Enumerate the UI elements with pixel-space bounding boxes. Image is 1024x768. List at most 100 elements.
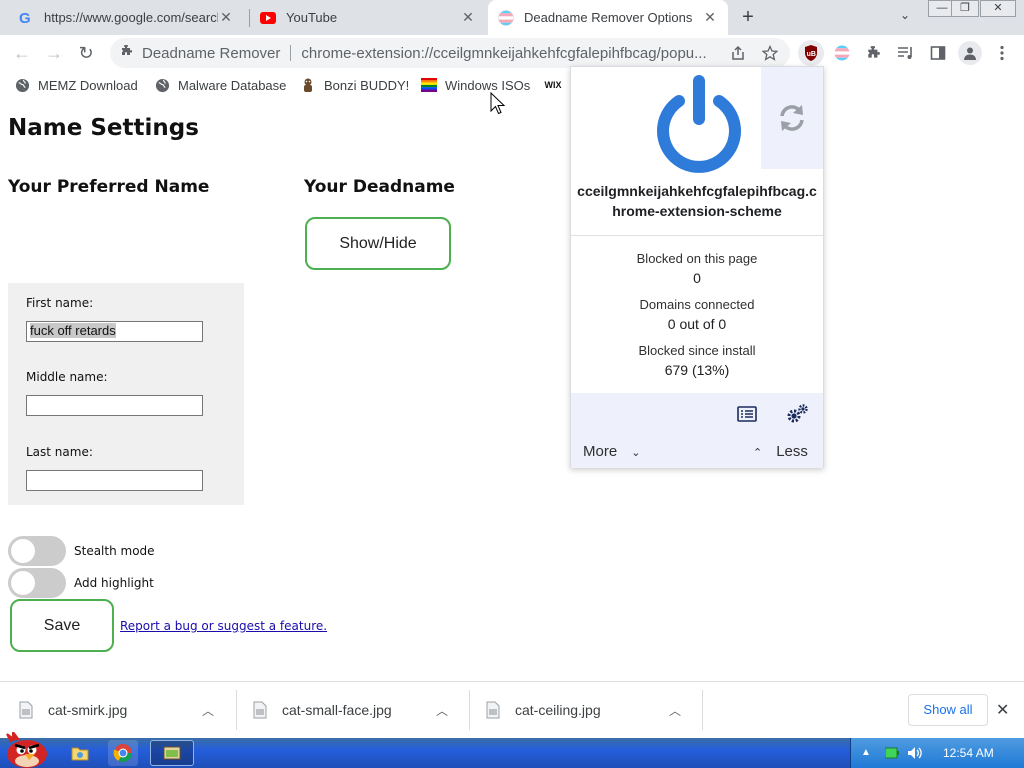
- bookmark-item[interactable]: Malware Database: [154, 75, 286, 95]
- popup-divider: [571, 235, 823, 236]
- battery-icon[interactable]: [884, 747, 899, 762]
- last-name-input[interactable]: [26, 470, 203, 491]
- deadname-remover-extension-icon[interactable]: [832, 43, 852, 63]
- blocked-page-label: Blocked on this page: [636, 251, 758, 266]
- blocked-page-value: 0: [693, 270, 701, 286]
- power-button-icon[interactable]: [649, 73, 749, 173]
- extension-origin-label: Deadname Remover: [142, 44, 281, 62]
- report-bug-link[interactable]: Report a bug or suggest a feature.: [120, 619, 327, 633]
- forward-button[interactable]: →: [42, 41, 66, 65]
- puzzle-icon: [120, 44, 134, 62]
- show-all-button[interactable]: Show all: [908, 694, 988, 726]
- back-button[interactable]: ←: [10, 41, 34, 65]
- toggle-knob: [11, 571, 35, 595]
- close-icon[interactable]: ✕: [218, 9, 234, 26]
- windows-taskbar: ▲ 12:54 AM: [0, 732, 1024, 768]
- domains-connected-value: 0 out of 0: [667, 316, 727, 332]
- download-divider: [702, 690, 703, 730]
- taskbar-clock[interactable]: 12:54 AM: [943, 746, 994, 760]
- logger-list-icon[interactable]: [737, 406, 757, 425]
- tray-expand-icon[interactable]: ▲: [861, 747, 871, 758]
- chevron-up-icon[interactable]: ︿: [669, 702, 681, 719]
- bookmark-label: MEMZ Download: [38, 77, 138, 93]
- first-name-value: fuck off retards: [30, 323, 116, 338]
- blocked-install-label: Blocked since install: [638, 343, 756, 358]
- reload-button[interactable]: ↻: [74, 41, 98, 65]
- options-page: Name Settings Your Preferred Name Your D…: [0, 99, 1024, 681]
- chrome-taskbar-icon[interactable]: [108, 740, 138, 766]
- bookmark-item[interactable]: WIX: [544, 75, 570, 95]
- tab-google[interactable]: G https://www.google.com/search ✕: [8, 0, 244, 35]
- bookmark-label: Malware Database: [178, 77, 287, 93]
- ublock-origin-icon[interactable]: uB: [798, 40, 824, 66]
- bookmark-item[interactable]: MEMZ Download: [14, 75, 138, 95]
- bookmark-star-icon[interactable]: [760, 43, 780, 63]
- add-highlight-label: Add highlight: [74, 576, 154, 590]
- download-item[interactable]: cat-small-face.jpg ︿: [234, 690, 466, 730]
- bookmark-item[interactable]: Windows ISOs: [421, 75, 530, 95]
- media-queue-icon[interactable]: [896, 43, 916, 63]
- folder-icon[interactable]: [70, 740, 90, 766]
- less-label: Less: [776, 443, 808, 460]
- last-name-label: Last name:: [26, 445, 93, 459]
- bookmarks-bar: MEMZ Download Malware Database Bonzi BUD…: [0, 71, 1024, 99]
- side-panel-icon[interactable]: [928, 43, 948, 63]
- download-filename: cat-smirk.jpg: [48, 702, 128, 718]
- kebab-menu-icon[interactable]: [992, 43, 1012, 63]
- extensions-puzzle-icon[interactable]: [864, 43, 884, 63]
- tab-deadname-options[interactable]: Deadname Remover Options ✕: [488, 0, 728, 35]
- volume-icon[interactable]: [907, 746, 923, 763]
- rainbow-flag-icon: [421, 77, 437, 93]
- tab-title: YouTube: [286, 10, 338, 25]
- chevron-up-icon[interactable]: ︿: [202, 702, 214, 719]
- tab-youtube[interactable]: YouTube ✕: [250, 0, 486, 35]
- window-close-button[interactable]: ✕: [980, 0, 1016, 17]
- download-item[interactable]: cat-ceiling.jpg ︿: [467, 690, 699, 730]
- tab-title: https://www.google.com/search: [44, 10, 218, 25]
- youtube-icon: [260, 10, 276, 26]
- image-file-icon: [486, 701, 500, 719]
- start-angry-bird-icon[interactable]: [0, 732, 56, 768]
- restore-button[interactable]: ❐: [951, 0, 979, 17]
- url-text[interactable]: chrome-extension://cceilgmnkeijahkehfcgf…: [301, 45, 719, 62]
- chevron-up-icon[interactable]: ︿: [436, 702, 448, 719]
- profile-avatar-icon[interactable]: [958, 41, 982, 65]
- share-icon[interactable]: [728, 43, 748, 63]
- less-button[interactable]: ⌃ Less: [753, 443, 808, 460]
- system-tray: ▲ 12:54 AM: [850, 738, 1024, 768]
- image-file-icon: [253, 701, 267, 719]
- download-shelf: cat-smirk.jpg ︿ cat-small-face.jpg ︿ cat…: [0, 681, 1024, 738]
- add-highlight-toggle[interactable]: [8, 568, 66, 598]
- first-name-label: First name:: [26, 296, 94, 310]
- browser-toolbar: ← → ↻ Deadname Remover chrome-extension:…: [0, 35, 1024, 71]
- download-filename: cat-small-face.jpg: [282, 702, 392, 718]
- tab-search-chevron-icon[interactable]: ⌄: [896, 8, 914, 26]
- show-hide-button[interactable]: Show/Hide: [305, 217, 451, 270]
- close-download-shelf-button[interactable]: ✕: [996, 700, 1009, 720]
- refresh-icon[interactable]: [761, 67, 823, 169]
- save-button[interactable]: Save: [10, 599, 114, 652]
- chevron-up-icon: ⌃: [753, 447, 763, 459]
- address-bar[interactable]: Deadname Remover chrome-extension://ccei…: [110, 38, 790, 68]
- close-icon[interactable]: ✕: [702, 9, 718, 26]
- tab-strip: G https://www.google.com/search ✕ YouTub…: [0, 0, 1024, 35]
- settings-gears-icon[interactable]: [785, 403, 809, 428]
- middle-name-input[interactable]: [26, 395, 203, 416]
- more-label: More: [583, 443, 618, 460]
- preferred-name-form: First name: fuck off retards Middle name…: [8, 283, 244, 505]
- stealth-mode-toggle[interactable]: [8, 536, 66, 566]
- new-tab-button[interactable]: +: [736, 6, 760, 30]
- first-name-input[interactable]: fuck off retards: [26, 321, 203, 342]
- domains-connected-label: Domains connected: [639, 297, 755, 312]
- bonzi-icon: [300, 77, 316, 93]
- explorer-window-taskbar-icon[interactable]: [150, 740, 194, 766]
- google-icon: G: [18, 10, 34, 26]
- download-item[interactable]: cat-smirk.jpg ︿: [0, 690, 232, 730]
- more-button[interactable]: More ⌄: [583, 443, 640, 460]
- svg-text:G: G: [19, 10, 31, 26]
- close-icon[interactable]: ✕: [460, 9, 476, 26]
- deadname-heading: Your Deadname: [304, 177, 455, 197]
- bookmark-item[interactable]: Bonzi BUDDY!: [300, 75, 409, 95]
- stealth-mode-label: Stealth mode: [74, 544, 155, 558]
- popup-hostname: cceilgmnkeijahkehfcgfalepihfbcag.chrome-…: [577, 183, 817, 219]
